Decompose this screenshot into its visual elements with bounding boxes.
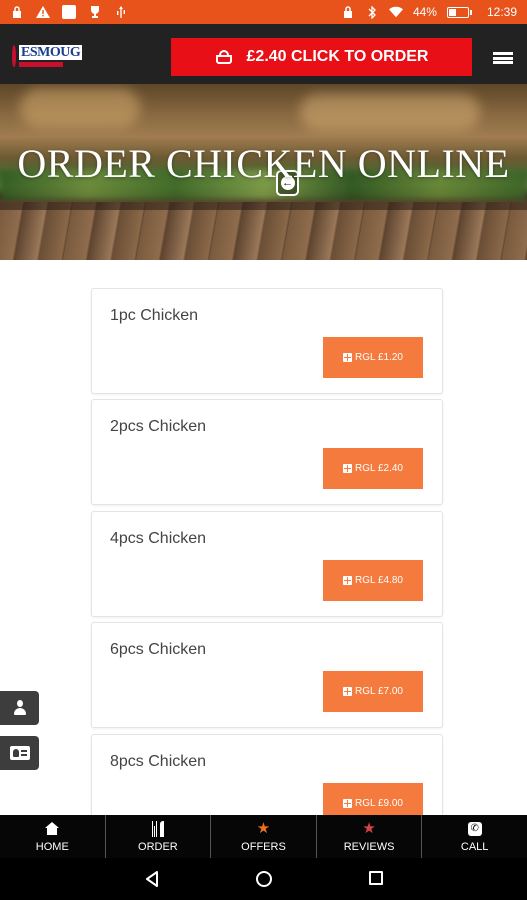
page-title: ORDER CHICKEN ONLINE xyxy=(17,141,510,186)
system-recents-icon[interactable] xyxy=(369,871,383,885)
product-list: 1pc Chicken RGL £1.20 2pcs Chicken RGL £… xyxy=(0,260,527,815)
plus-square-icon xyxy=(343,687,352,696)
product-card: 1pc Chicken RGL £1.20 xyxy=(91,288,443,394)
nav-reviews[interactable]: ★ REVIEWS xyxy=(317,815,423,858)
star-icon: ★ xyxy=(256,820,271,837)
add-to-cart-button[interactable]: RGL £4.80 xyxy=(323,560,423,601)
bottom-nav: HOME ORDER ★ OFFERS ★ REVIEWS ✆ CALL xyxy=(0,815,527,858)
notification-icon xyxy=(62,5,76,19)
price-label: RGL £2.40 xyxy=(355,463,403,474)
usb-icon xyxy=(114,5,128,19)
bluetooth-icon xyxy=(365,5,379,19)
logo-text: ESMOUG xyxy=(19,45,83,60)
product-card: 8pcs Chicken RGL £9.00 xyxy=(91,734,443,815)
add-to-cart-button[interactable]: RGL £1.20 xyxy=(323,337,423,378)
contact-card-icon xyxy=(9,746,30,760)
nav-label: ORDER xyxy=(138,840,178,853)
phone-icon: ✆ xyxy=(467,821,482,836)
clock-time: 12:39 xyxy=(486,5,517,19)
logo-tagline-bar xyxy=(19,62,63,67)
home-icon xyxy=(45,822,60,835)
nav-call[interactable]: ✆ CALL xyxy=(422,815,527,858)
trophy-icon xyxy=(88,5,102,19)
wooden-deck-background xyxy=(0,202,527,260)
warning-icon xyxy=(36,5,50,19)
nav-offers[interactable]: ★ OFFERS xyxy=(211,815,317,858)
lock-icon xyxy=(341,5,355,19)
order-button-label: £2.40 CLICK TO ORDER xyxy=(246,48,429,65)
system-navigation-bar xyxy=(0,858,527,900)
product-name: 2pcs Chicken xyxy=(110,418,207,435)
price-label: RGL £1.20 xyxy=(355,352,403,363)
plus-square-icon xyxy=(343,353,352,362)
account-side-button[interactable] xyxy=(0,691,39,725)
contact-side-button[interactable] xyxy=(0,736,39,770)
click-to-order-button[interactable]: £2.40 CLICK TO ORDER xyxy=(171,38,472,76)
status-bar: 44% 12:39 xyxy=(0,0,527,24)
price-label: RGL £7.00 xyxy=(355,686,403,697)
battery-icon xyxy=(446,6,472,18)
nav-label: REVIEWS xyxy=(343,840,395,853)
wifi-icon xyxy=(388,5,403,19)
nav-home[interactable]: HOME xyxy=(0,815,106,858)
battery-percent: 44% xyxy=(412,5,437,19)
basket-icon xyxy=(215,50,233,64)
plus-square-icon xyxy=(343,464,352,473)
product-card: 4pcs Chicken RGL £4.80 xyxy=(91,511,443,617)
product-name: 8pcs Chicken xyxy=(110,753,207,770)
nav-label: OFFERS xyxy=(241,840,286,853)
brand-logo[interactable]: ESMOUG xyxy=(12,41,83,71)
add-to-cart-button[interactable]: RGL £2.40 xyxy=(323,448,423,489)
price-label: RGL £9.00 xyxy=(355,798,403,809)
cutlery-icon xyxy=(151,820,164,837)
product-name: 1pc Chicken xyxy=(110,307,199,324)
hamburger-icon[interactable] xyxy=(493,52,513,64)
logo-emblem-icon xyxy=(12,45,16,67)
product-card: 2pcs Chicken RGL £2.40 xyxy=(91,399,443,505)
price-label: RGL £4.80 xyxy=(355,575,403,586)
lock-icon xyxy=(10,5,24,19)
add-to-cart-button[interactable]: RGL £7.00 xyxy=(323,671,423,712)
product-card: 6pcs Chicken RGL £7.00 xyxy=(91,622,443,728)
add-to-cart-button[interactable]: RGL £9.00 xyxy=(323,783,423,815)
system-home-icon[interactable] xyxy=(256,871,272,887)
app-header: ESMOUG £2.40 CLICK TO ORDER xyxy=(0,24,527,84)
nav-order[interactable]: ORDER xyxy=(106,815,212,858)
product-name: 6pcs Chicken xyxy=(110,641,207,658)
nav-label: CALL xyxy=(460,840,489,853)
user-icon xyxy=(13,700,27,716)
product-name: 4pcs Chicken xyxy=(110,530,207,547)
plus-square-icon xyxy=(343,576,352,585)
plus-square-icon xyxy=(343,799,352,808)
nav-label: HOME xyxy=(35,840,69,853)
star-icon: ★ xyxy=(362,820,376,837)
system-back-icon[interactable] xyxy=(144,871,160,887)
